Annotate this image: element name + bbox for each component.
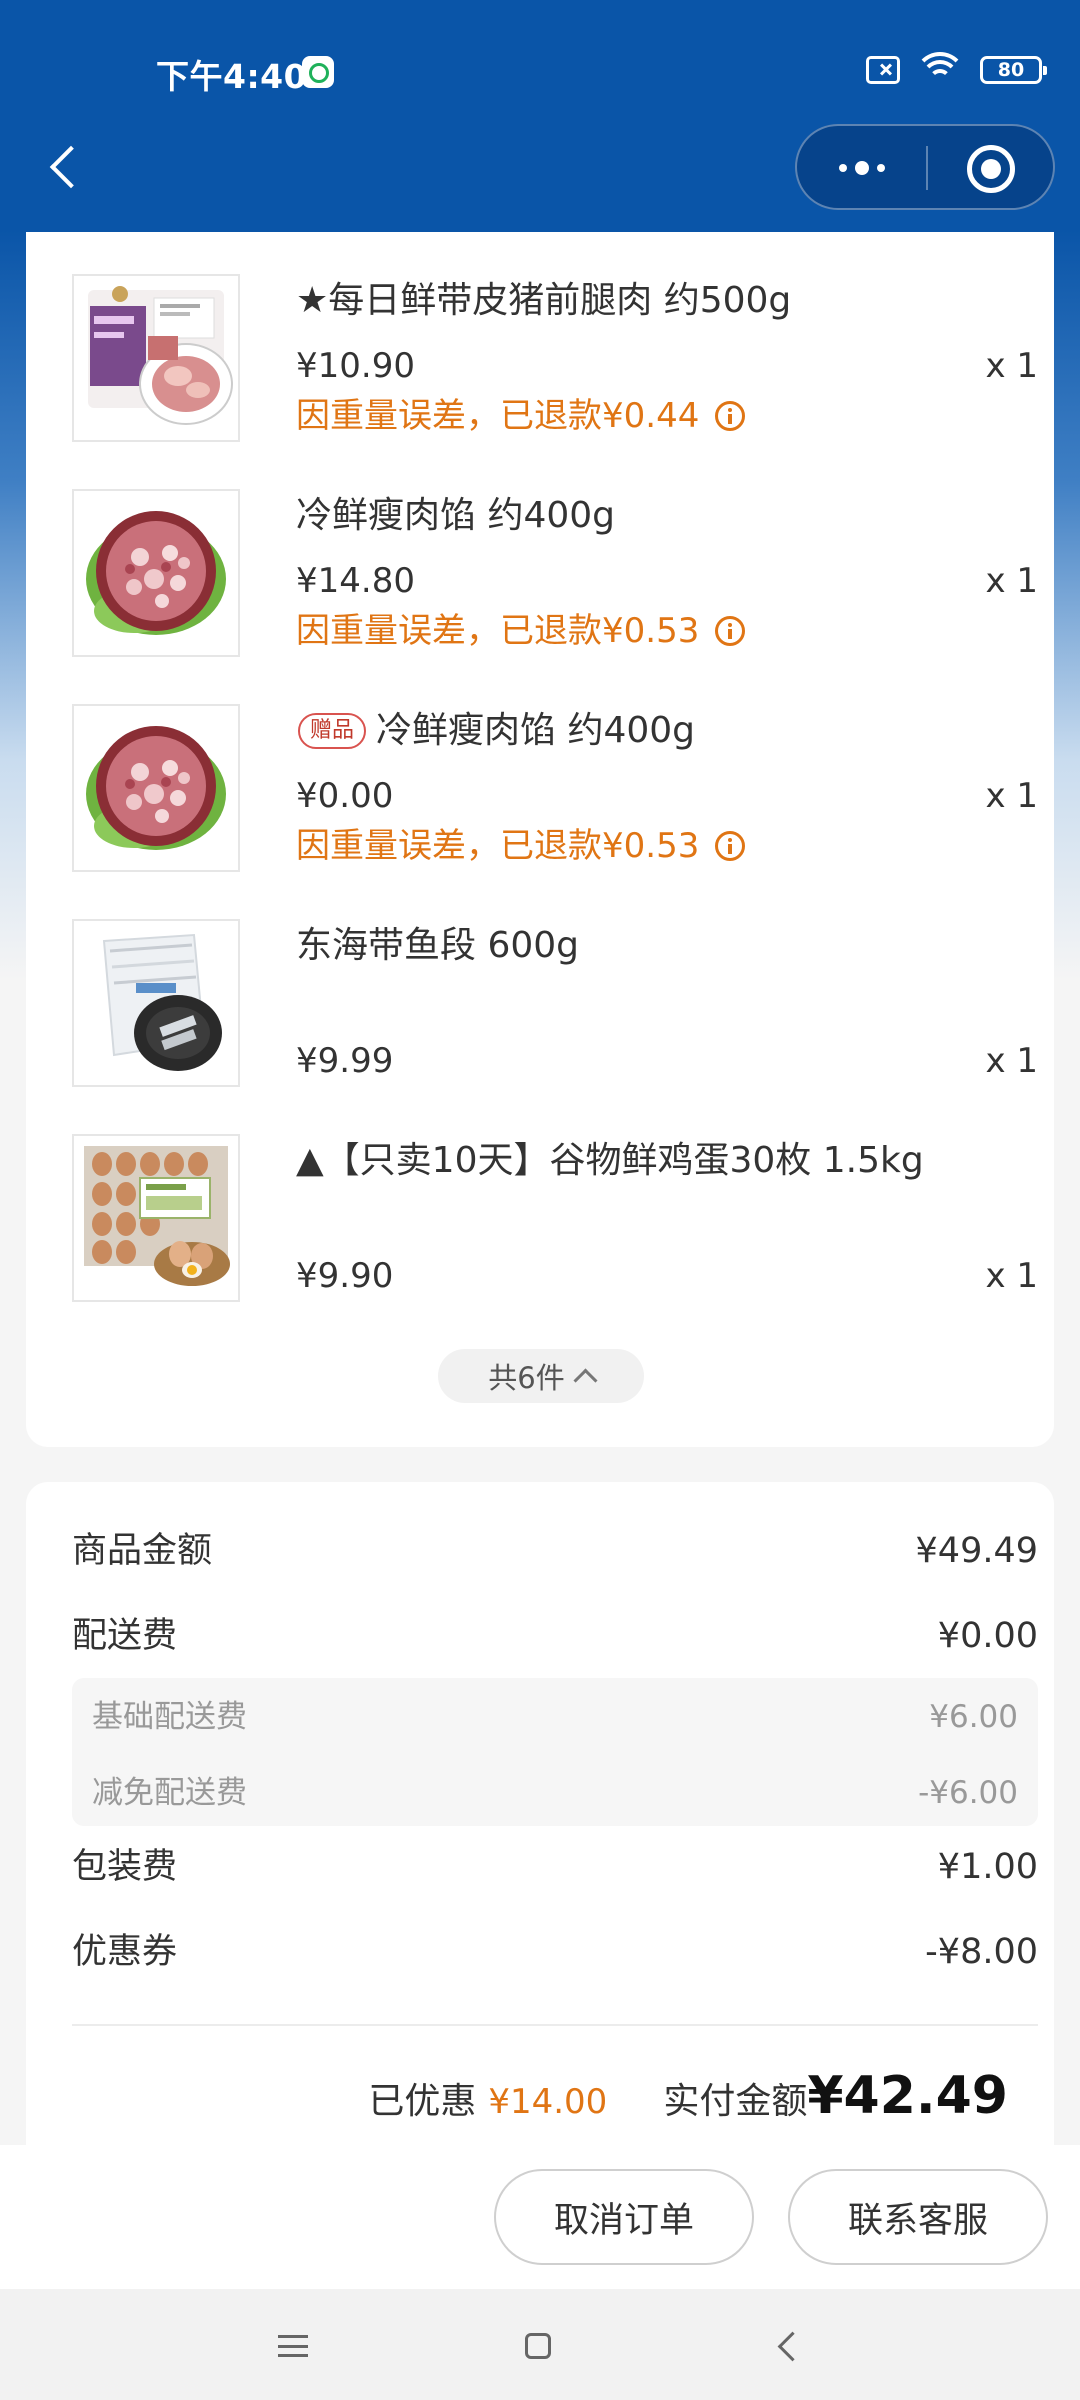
refund-text: 因重量误差，已退款¥0.53 [296, 826, 700, 866]
more-options-icon[interactable] [827, 146, 897, 190]
product-name-text: ▲【只卖10天】谷物鲜鸡蛋30枚 1.5kg [296, 1140, 924, 1181]
minced-pork-image [72, 704, 240, 872]
back-button[interactable] [40, 136, 90, 196]
minced-pork-image [72, 489, 240, 657]
base-delivery-label: 基础配送费 [92, 1699, 247, 1735]
app-notification-icon [302, 56, 334, 88]
info-icon[interactable] [715, 616, 746, 646]
product-item[interactable]: ★每日鲜带皮猪前腿肉 约500g ¥10.90 x 1 因重量误差，已退款¥0.… [72, 274, 1038, 446]
payment-total-row: 已优惠 ¥14.00 实付金额 ¥42.49 [368, 2066, 1008, 2136]
product-quantity: x 1 [985, 1256, 1038, 1296]
system-navigation-bar [0, 2289, 1080, 2400]
paid-label: 实付金额 [663, 2081, 808, 2122]
battery-level: 80 [997, 58, 1025, 81]
summary-divider [72, 2024, 1038, 2026]
product-item[interactable]: 东海带鱼段 600g ¥9.99 x 1 [72, 919, 1038, 1091]
refund-text: 因重量误差，已退款¥0.53 [296, 611, 700, 651]
packaging-fee-value: ¥1.00 [937, 1847, 1038, 1887]
refund-notice[interactable]: 因重量误差，已退款¥0.44 [296, 394, 746, 438]
close-mini-program-icon[interactable] [967, 145, 1015, 193]
no-sim-icon [866, 56, 900, 84]
delivery-discount-row: 减免配送费 -¥6.00 [92, 1768, 1018, 1818]
product-quantity: x 1 [985, 1041, 1038, 1081]
status-time: 下午4:40 [156, 57, 308, 96]
product-name: 东海带鱼段 600g [296, 921, 579, 971]
product-name-text: ★每日鲜带皮猪前腿肉 约500g [296, 280, 792, 321]
total-count: 共6件 [488, 1361, 565, 1395]
bottom-action-bar: 取消订单 联系客服 [0, 2145, 1080, 2289]
product-name: ▲【只卖10天】谷物鲜鸡蛋30枚 1.5kg [296, 1136, 924, 1186]
battery-icon: 80 [980, 56, 1047, 84]
hairtail-fish-bag-image [72, 919, 240, 1087]
pork-leg-package-image [72, 274, 240, 442]
goods-amount-label: 商品金额 [72, 1531, 213, 1571]
paid-value: ¥42.49 [807, 2066, 1008, 2126]
coupon-value: -¥8.00 [925, 1932, 1038, 1972]
status-bar: 下午4:40 80 [0, 0, 1080, 130]
product-name: 冷鲜瘦肉馅 约400g [296, 491, 615, 541]
contact-service-button[interactable]: 联系客服 [788, 2169, 1048, 2265]
base-delivery-row: 基础配送费 ¥6.00 [92, 1692, 1018, 1742]
product-price: ¥0.00 [296, 776, 394, 816]
product-list-card: ★每日鲜带皮猪前腿肉 约500g ¥10.90 x 1 因重量误差，已退款¥0.… [26, 232, 1054, 1447]
product-item[interactable]: ▲【只卖10天】谷物鲜鸡蛋30枚 1.5kg ¥9.90 x 1 [72, 1134, 1038, 1306]
product-name-text: 东海带鱼段 600g [296, 925, 580, 966]
product-name-text: 冷鲜瘦肉馅 约400g [376, 710, 696, 751]
product-price: ¥9.99 [296, 1041, 394, 1081]
goods-amount-value: ¥49.49 [915, 1531, 1038, 1571]
delivery-discount-label: 减免配送费 [92, 1775, 247, 1811]
product-name: ★每日鲜带皮猪前腿肉 约500g [296, 276, 791, 326]
goods-amount-row: 商品金额 ¥49.49 [72, 1524, 1038, 1578]
product-quantity: x 1 [985, 561, 1038, 601]
delivery-discount-value: -¥6.00 [918, 1775, 1018, 1811]
saved-label: 已优惠 [368, 2081, 477, 2122]
packaging-fee-row: 包装费 ¥1.00 [72, 1840, 1038, 1894]
product-price: ¥10.90 [296, 346, 415, 386]
order-summary-card: 商品金额 ¥49.49 配送费 ¥0.00 基础配送费 ¥6.00 减免配送费 … [26, 1482, 1054, 2152]
home-icon[interactable] [525, 2333, 551, 2359]
info-icon[interactable] [715, 831, 746, 861]
wifi-icon [914, 52, 966, 88]
delivery-fee-label: 配送费 [72, 1616, 178, 1656]
product-price: ¥14.80 [296, 561, 415, 601]
cancel-order-button[interactable]: 取消订单 [494, 2169, 754, 2265]
product-item[interactable]: 冷鲜瘦肉馅 约400g ¥14.80 x 1 因重量误差，已退款¥0.53 [72, 489, 1038, 661]
info-icon[interactable] [715, 401, 746, 431]
product-name: 赠品 冷鲜瘦肉馅 约400g [296, 706, 695, 756]
coupon-label: 优惠券 [72, 1932, 178, 1972]
product-name-text: 冷鲜瘦肉馅 约400g [296, 495, 616, 536]
refund-notice[interactable]: 因重量误差，已退款¥0.53 [296, 609, 746, 653]
delivery-fee-breakdown: 基础配送费 ¥6.00 减免配送费 -¥6.00 [72, 1678, 1038, 1826]
eggs-tray-image [72, 1134, 240, 1302]
refund-notice[interactable]: 因重量误差，已退款¥0.53 [296, 824, 746, 868]
coupon-row: 优惠券 -¥8.00 [72, 1925, 1038, 1979]
mini-program-capsule [795, 124, 1055, 210]
capsule-divider [926, 146, 928, 190]
delivery-fee-row: 配送费 ¥0.00 [72, 1609, 1038, 1663]
product-quantity: x 1 [985, 346, 1038, 386]
system-back-icon[interactable] [777, 2331, 808, 2362]
chevron-up-icon [573, 1367, 598, 1393]
status-icons: 80 [866, 52, 1047, 88]
collapse-items-button[interactable]: 共6件 [438, 1349, 644, 1403]
packaging-fee-label: 包装费 [72, 1847, 178, 1887]
base-delivery-value: ¥6.00 [929, 1699, 1018, 1735]
product-price: ¥9.90 [296, 1256, 394, 1296]
product-item[interactable]: 赠品 冷鲜瘦肉馅 约400g ¥0.00 x 1 因重量误差，已退款¥0.53 [72, 704, 1038, 876]
gift-tag: 赠品 [298, 713, 367, 749]
delivery-fee-value: ¥0.00 [937, 1616, 1038, 1656]
saved-value: ¥14.00 [488, 2082, 608, 2122]
product-quantity: x 1 [985, 776, 1038, 816]
recent-apps-icon[interactable] [278, 2335, 308, 2357]
refund-text: 因重量误差，已退款¥0.44 [296, 396, 700, 436]
